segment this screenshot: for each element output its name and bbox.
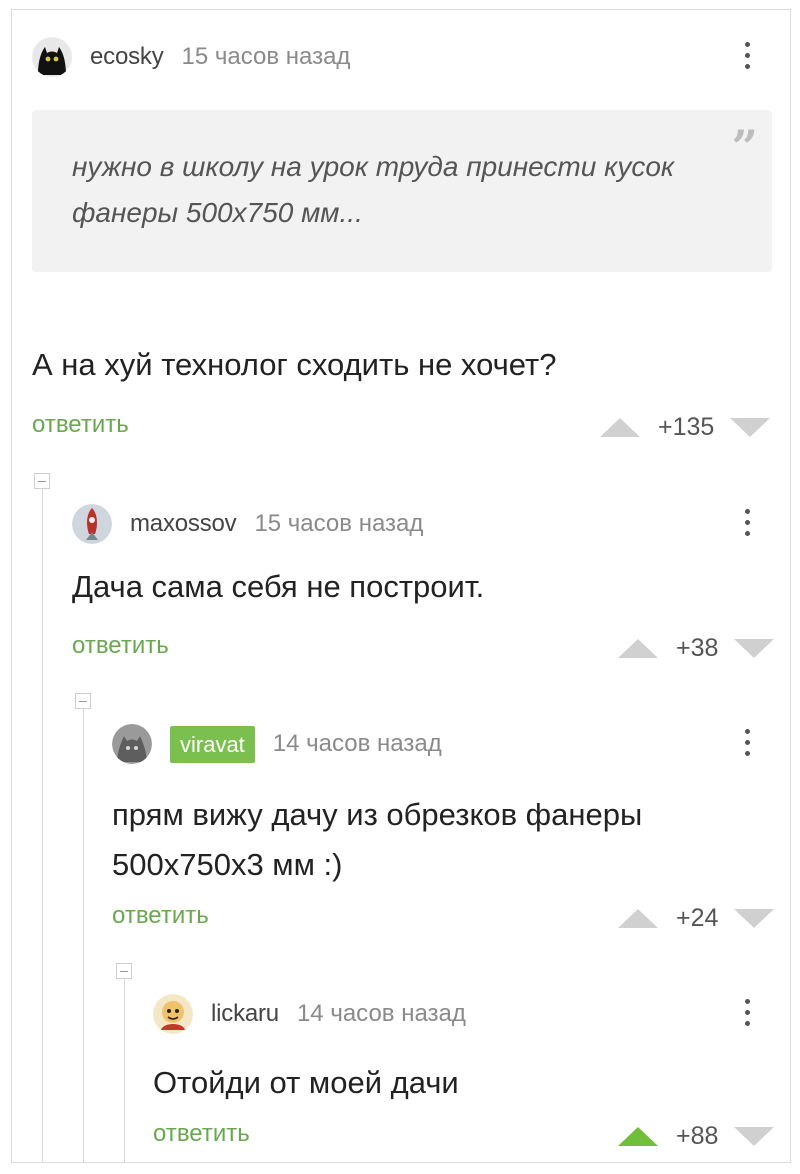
more-options-icon[interactable] xyxy=(745,42,751,75)
vote-controls: +135 xyxy=(600,413,771,442)
comment-text: Отойди от моей дачи xyxy=(153,1065,459,1100)
reply-link[interactable]: ответить xyxy=(153,1120,250,1148)
vote-score: +24 xyxy=(676,904,719,932)
comment-header: lickaru 14 часов назад xyxy=(153,994,466,1034)
upvote-arrow-icon[interactable] xyxy=(618,1127,658,1146)
comment-text: А на хуй технолог сходить не хочет? xyxy=(32,347,557,382)
comment-time: 14 часов назад xyxy=(272,730,442,757)
reply-link[interactable]: ответить xyxy=(72,632,169,660)
vote-score: +38 xyxy=(676,634,719,662)
thread-line xyxy=(42,489,43,1162)
reply-link[interactable]: ответить xyxy=(32,411,129,439)
comment-text-line: 500х750х3 мм :) xyxy=(112,847,343,882)
upvote-arrow-icon[interactable] xyxy=(600,418,640,437)
vote-controls: +24 xyxy=(618,904,775,933)
vote-score: +88 xyxy=(676,1122,719,1150)
comment-text-line: прям вижу дачу из обрезков фанеры xyxy=(112,797,643,832)
quote-block: ” нужно в школу на урок труда принести к… xyxy=(32,110,772,272)
quote-mark-icon: ” xyxy=(731,120,758,174)
thread-line xyxy=(83,709,84,1162)
comment: viravat 14 часов назад прям вижу дачу из… xyxy=(112,710,790,960)
upvote-arrow-icon[interactable] xyxy=(618,639,658,658)
downvote-arrow-icon[interactable] xyxy=(734,1127,775,1146)
more-options-icon[interactable] xyxy=(745,999,751,1032)
comment-header: ecosky 15 часов назад xyxy=(32,37,350,77)
comment: lickaru 14 часов назад Отойди от моей да… xyxy=(153,980,790,1162)
rocket-avatar-icon[interactable] xyxy=(72,504,112,544)
collapse-thread-button[interactable] xyxy=(34,473,50,489)
quote-text: нужно в школу на урок труда принести кус… xyxy=(72,151,675,228)
thread-line xyxy=(124,979,125,1162)
comment-header: viravat 14 часов назад xyxy=(112,724,442,764)
comment-author[interactable]: ecosky xyxy=(90,43,164,71)
comment-author[interactable]: lickaru xyxy=(211,1000,279,1028)
comment: maxossov 15 часов назад Дача сама себя н… xyxy=(72,490,790,690)
grey-cat-avatar-icon[interactable] xyxy=(112,724,152,764)
comment-thread: ecosky 15 часов назад ” нужно в школу на… xyxy=(11,9,791,1163)
comment-author[interactable]: maxossov xyxy=(130,510,237,538)
collapse-thread-button[interactable] xyxy=(75,693,91,709)
vote-controls: +88 xyxy=(618,1122,775,1151)
downvote-arrow-icon[interactable] xyxy=(734,639,775,658)
comment-time: 15 часов назад xyxy=(254,510,424,537)
vote-score: +135 xyxy=(658,413,715,441)
downvote-arrow-icon[interactable] xyxy=(730,418,771,437)
downvote-arrow-icon[interactable] xyxy=(734,909,775,928)
cartoon-avatar-icon[interactable] xyxy=(153,994,193,1034)
more-options-icon[interactable] xyxy=(745,509,751,542)
collapse-thread-button[interactable] xyxy=(116,963,132,979)
comment-header: maxossov 15 часов назад xyxy=(72,504,423,544)
upvote-arrow-icon[interactable] xyxy=(618,909,658,928)
comment-time: 15 часов назад xyxy=(181,43,351,70)
comment: ecosky 15 часов назад ” нужно в школу на… xyxy=(12,10,790,460)
more-options-icon[interactable] xyxy=(745,729,751,762)
author-badge[interactable]: viravat xyxy=(170,725,255,763)
reply-link[interactable]: ответить xyxy=(112,902,209,930)
comment-time: 14 часов назад xyxy=(296,1000,466,1027)
black-cat-avatar-icon[interactable] xyxy=(32,37,72,77)
comment-text: Дача сама себя не построит. xyxy=(72,569,485,604)
vote-controls: +38 xyxy=(618,634,775,663)
